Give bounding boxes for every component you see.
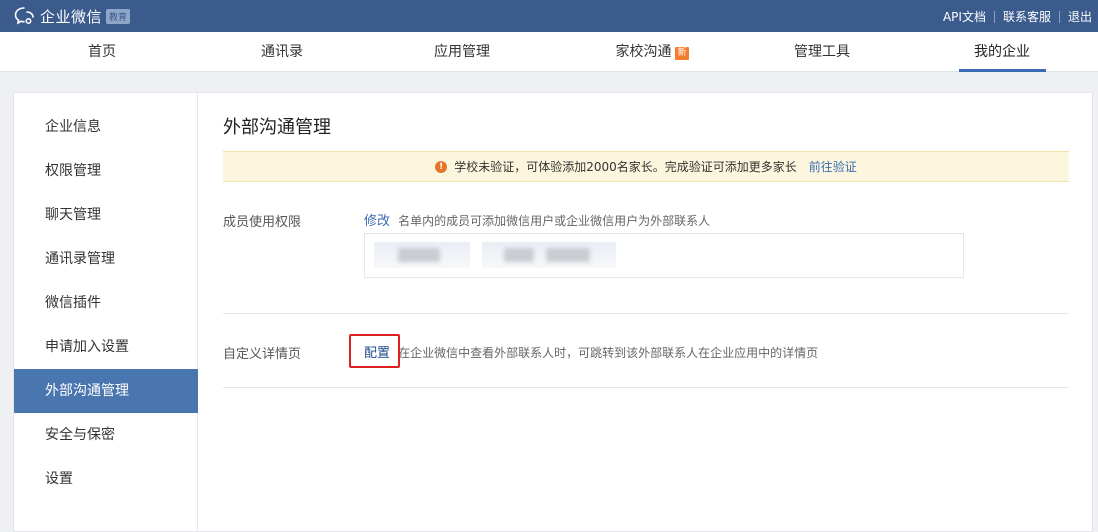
redacted-member-name bbox=[504, 248, 534, 262]
nav-home[interactable]: 首页 bbox=[66, 32, 138, 72]
logout-link[interactable]: 退出 bbox=[1068, 8, 1092, 25]
brand-name: 企业微信 bbox=[40, 7, 103, 26]
sidebar-item-join-settings[interactable]: 申请加入设置 bbox=[14, 325, 198, 369]
new-badge: 新 bbox=[675, 47, 689, 60]
go-verify-link[interactable]: 前往验证 bbox=[809, 158, 857, 175]
sidebar-item-security[interactable]: 安全与保密 bbox=[14, 413, 198, 457]
section-divider bbox=[223, 313, 1069, 314]
info-icon: ! bbox=[435, 160, 448, 173]
nav-my-enterprise[interactable]: 我的企业 bbox=[966, 32, 1038, 72]
page-title: 外部沟通管理 bbox=[223, 117, 331, 138]
divider bbox=[993, 10, 995, 23]
highlight-box bbox=[349, 334, 400, 368]
sidebar: 企业信息 权限管理 聊天管理 通讯录管理 微信插件 申请加入设置 外部沟通管理 … bbox=[14, 93, 198, 532]
custom-detail-label: 自定义详情页 bbox=[223, 347, 302, 362]
nav-label: 应用管理 bbox=[434, 44, 490, 60]
sidebar-item-label: 通讯录管理 bbox=[45, 251, 115, 267]
app-logo[interactable]: 企业微信 教育 bbox=[14, 6, 131, 26]
sidebar-item-label: 外部沟通管理 bbox=[45, 383, 129, 399]
redacted-member-name bbox=[546, 248, 590, 262]
nav-contacts[interactable]: 通讯录 bbox=[246, 32, 318, 72]
sidebar-item-label: 聊天管理 bbox=[45, 207, 101, 223]
member-permission-description: 名单内的成员可添加微信用户或企业微信用户为外部联系人 bbox=[398, 214, 711, 228]
custom-detail-description: 在企业微信中查看外部联系人时，可跳转到该外部联系人在企业应用中的详情页 bbox=[398, 346, 819, 360]
member-permission-row: 修改 名单内的成员可添加微信用户或企业微信用户为外部联系人 bbox=[364, 210, 710, 229]
verification-notice: ! 学校未验证，可体验添加2000名家长。完成验证可添加更多家长 前往验证 bbox=[223, 151, 1069, 182]
sidebar-item-label: 申请加入设置 bbox=[45, 339, 129, 355]
custom-detail-row: 配置 在企业微信中查看外部联系人时，可跳转到该外部联系人在企业应用中的详情页 bbox=[364, 342, 818, 361]
notice-text: 学校未验证，可体验添加2000名家长。完成验证可添加更多家长 bbox=[454, 160, 797, 174]
sidebar-item-label: 企业信息 bbox=[45, 119, 101, 135]
contact-support-link[interactable]: 联系客服 bbox=[1003, 8, 1051, 25]
sidebar-item-label: 微信插件 bbox=[45, 295, 101, 311]
member-chip[interactable] bbox=[482, 242, 616, 268]
wecom-logo-icon bbox=[14, 7, 34, 25]
nav-admin-tools[interactable]: 管理工具 bbox=[786, 32, 858, 72]
member-chip[interactable] bbox=[374, 242, 470, 268]
api-docs-link[interactable]: API文档 bbox=[943, 8, 986, 25]
nav-label: 首页 bbox=[88, 44, 116, 60]
modify-link[interactable]: 修改 bbox=[364, 214, 390, 229]
member-permission-label: 成员使用权限 bbox=[223, 215, 302, 230]
sidebar-item-label: 权限管理 bbox=[45, 163, 101, 179]
sidebar-item-settings[interactable]: 设置 bbox=[14, 457, 198, 501]
top-bar: 企业微信 教育 API文档 联系客服 退出 bbox=[0, 0, 1098, 32]
divider bbox=[1058, 10, 1060, 23]
nav-app-management[interactable]: 应用管理 bbox=[426, 32, 498, 72]
edition-badge: 教育 bbox=[106, 8, 131, 24]
nav-label: 管理工具 bbox=[794, 44, 850, 60]
nav-label: 通讯录 bbox=[261, 44, 303, 60]
member-list-box bbox=[364, 233, 964, 278]
sidebar-item-external-communication[interactable]: 外部沟通管理 bbox=[14, 369, 198, 413]
sidebar-item-enterprise-info[interactable]: 企业信息 bbox=[14, 105, 198, 149]
sidebar-item-chat-management[interactable]: 聊天管理 bbox=[14, 193, 198, 237]
main-nav: 首页 通讯录 应用管理 家校沟通新 管理工具 我的企业 bbox=[0, 32, 1098, 72]
sidebar-item-label: 设置 bbox=[45, 471, 73, 487]
sidebar-item-label: 安全与保密 bbox=[45, 427, 115, 443]
top-links: API文档 联系客服 退出 bbox=[943, 8, 1092, 25]
active-tab-indicator bbox=[959, 69, 1046, 72]
section-divider bbox=[223, 387, 1069, 388]
sidebar-item-wechat-plugin[interactable]: 微信插件 bbox=[14, 281, 198, 325]
sidebar-item-permissions[interactable]: 权限管理 bbox=[14, 149, 198, 193]
sidebar-item-contacts-management[interactable]: 通讯录管理 bbox=[14, 237, 198, 281]
nav-label: 我的企业 bbox=[974, 44, 1030, 60]
content-card: 企业信息 权限管理 聊天管理 通讯录管理 微信插件 申请加入设置 外部沟通管理 … bbox=[13, 92, 1093, 532]
nav-label: 家校沟通 bbox=[615, 44, 672, 60]
redacted-member-name bbox=[398, 248, 440, 262]
nav-home-school[interactable]: 家校沟通新 bbox=[602, 32, 702, 72]
